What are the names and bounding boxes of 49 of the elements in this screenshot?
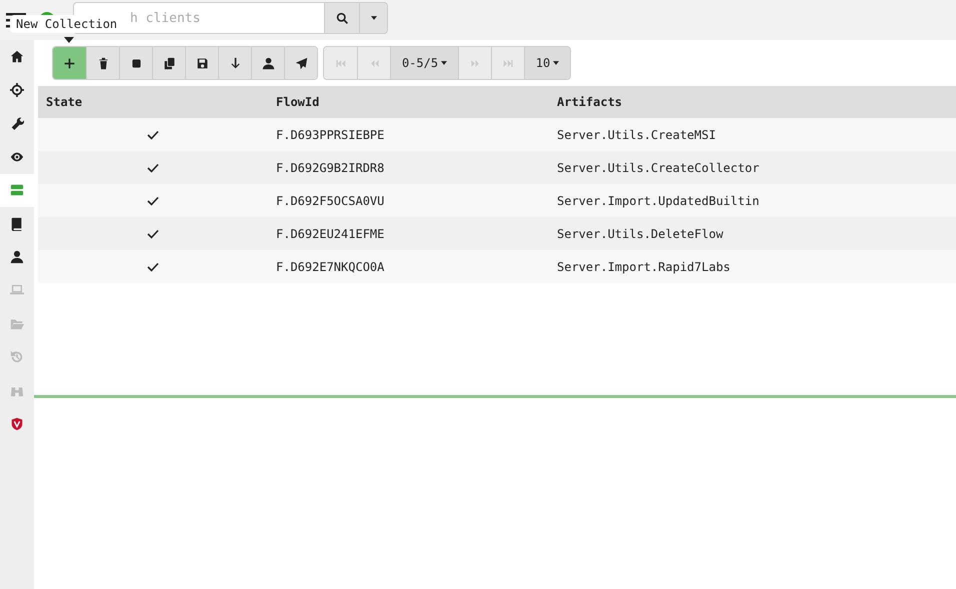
skip-last-icon: [502, 58, 514, 68]
flow-id: F.D692F5OCSA0VU: [276, 194, 384, 208]
wrench-icon: [10, 116, 24, 130]
crosshair-icon: [10, 83, 24, 98]
caret-icon: [553, 61, 560, 65]
shield-icon: [10, 416, 24, 431]
artifact-name: Server.Import.UpdatedBuiltin: [557, 194, 760, 208]
book-icon: [10, 216, 24, 231]
tooltip-arrow-icon: [64, 37, 74, 43]
flow-id: F.D693PPRSIEBPE: [276, 128, 384, 142]
artifact-name: Server.Utils.DeleteFlow: [557, 226, 724, 240]
toolbar-button[interactable]: [284, 47, 317, 79]
eye-icon: [10, 150, 24, 164]
search-button[interactable]: [325, 2, 360, 34]
page-range-button[interactable]: 0-5/5: [390, 47, 458, 79]
rewind-icon: [368, 58, 380, 68]
user-icon: [262, 56, 274, 70]
flow-id: F.D692EU241EFME: [276, 226, 384, 240]
toolbar-button[interactable]: [152, 47, 185, 79]
paper-plane-icon: [294, 56, 308, 70]
toolbar-button[interactable]: [251, 47, 284, 79]
laptop-icon: [10, 283, 24, 298]
skip-first-icon: [335, 58, 346, 68]
copy-icon: [162, 56, 176, 70]
artifact-name: Server.Import.Rapid7Labs: [557, 260, 730, 274]
down-arrow-icon: [228, 56, 242, 70]
caret-icon: [370, 16, 376, 20]
column-header[interactable]: Artifacts: [549, 95, 956, 109]
plus-icon: [63, 56, 76, 70]
home-icon: [10, 50, 24, 64]
flow-id: F.D692G9B2IRDR8: [276, 160, 384, 174]
search-icon: [336, 12, 348, 24]
artifact-name: Server.Utils.CreateCollector: [557, 160, 760, 174]
column-header[interactable]: FlowId: [268, 95, 549, 109]
caret-icon: [441, 61, 448, 65]
history-icon: [10, 350, 24, 364]
server-icon: [10, 183, 24, 198]
trash-icon: [96, 56, 110, 70]
fast-forward-icon: [470, 58, 480, 68]
toolbar-button[interactable]: [119, 47, 152, 79]
page-size-button[interactable]: 10: [524, 47, 570, 79]
flow-id: F.D692E7NKQCO0A: [276, 260, 384, 274]
user-icon: [10, 250, 24, 264]
toolbar-button[interactable]: [185, 47, 218, 79]
folder-icon: [10, 316, 24, 331]
column-header[interactable]: State: [38, 95, 268, 109]
stop-icon: [130, 56, 142, 70]
artifact-name: Server.Utils.CreateMSI: [557, 128, 716, 142]
toolbar-button[interactable]: [86, 47, 119, 79]
